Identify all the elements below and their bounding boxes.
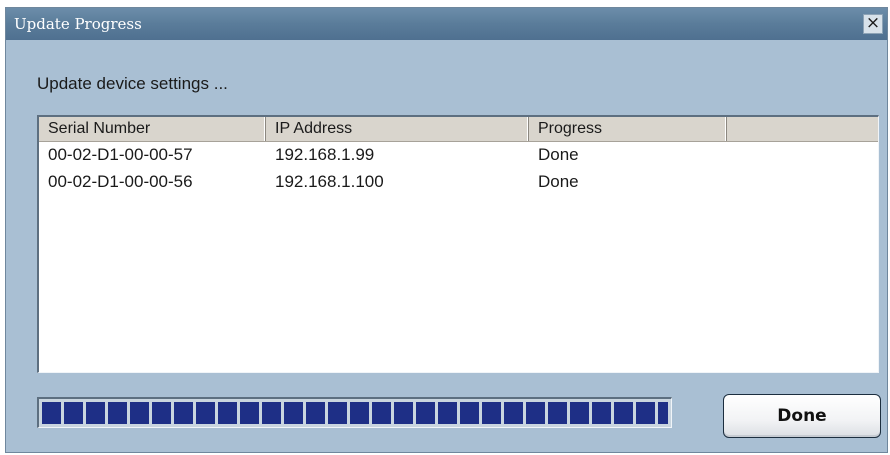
column-header-ip-address[interactable]: IP Address: [266, 117, 529, 141]
done-button[interactable]: Done: [723, 394, 881, 438]
column-header-progress[interactable]: Progress: [529, 117, 727, 141]
serial-number-cell: 00-02-D1-00-00-57: [48, 145, 193, 164]
ip-address-cell: 192.168.1.99: [275, 145, 375, 164]
status-label: Update device settings ...: [37, 74, 228, 93]
close-icon: ×: [865, 13, 881, 33]
progress-bar-fill: [42, 402, 668, 424]
update-progress-dialog: Update Progress × Update device settings…: [5, 7, 888, 453]
ip-address-cell: 192.168.1.100: [275, 172, 384, 191]
serial-number-cell: 00-02-D1-00-00-56: [48, 172, 193, 191]
close-button[interactable]: ×: [863, 14, 883, 34]
list-row[interactable]: 00-02-D1-00-00-57 192.168.1.99 Done: [39, 145, 878, 172]
window-title: Update Progress: [14, 15, 142, 33]
list-header: Serial Number IP Address Progress: [39, 117, 878, 142]
column-header-serial-number[interactable]: Serial Number: [39, 117, 266, 141]
title-bar[interactable]: Update Progress ×: [6, 8, 887, 40]
list-row[interactable]: 00-02-D1-00-00-56 192.168.1.100 Done: [39, 172, 878, 199]
progress-cell: Done: [538, 145, 579, 164]
device-list[interactable]: Serial Number IP Address Progress 00-02-…: [37, 115, 879, 373]
progress-cell: Done: [538, 172, 579, 191]
progress-bar: [37, 397, 672, 428]
column-header-empty: [727, 117, 878, 141]
